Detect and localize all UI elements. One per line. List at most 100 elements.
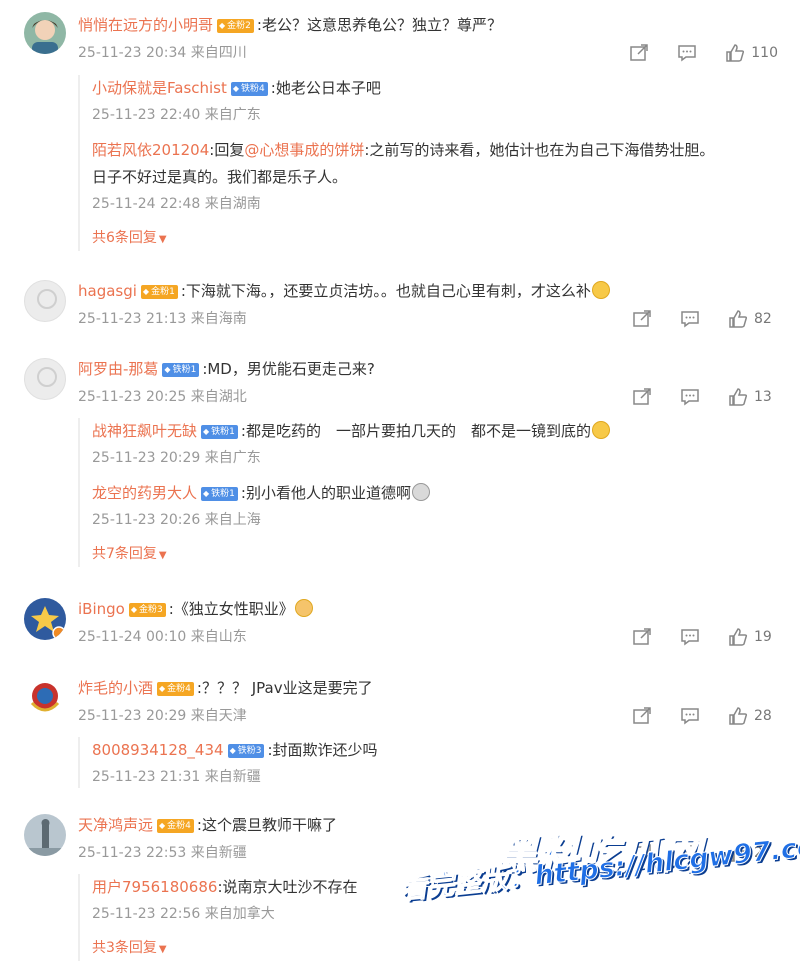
avatar[interactable] <box>24 280 66 322</box>
reply-list: 战神狂飙叶无缺铁粉1:都是吃药的 一部片要拍几天的 都不是一镜到底的 25-11… <box>78 418 778 567</box>
username[interactable]: 天净鸿声远 <box>78 816 153 834</box>
comment-meta: 25-11-23 20:29 来自天津 <box>78 708 247 724</box>
reply-text: :说南京大吐沙不存在 <box>217 878 358 896</box>
fan-badge[interactable]: 铁粉3 <box>227 744 265 758</box>
reply-item: 战神狂飙叶无缺铁粉1:都是吃药的 一部片要拍几天的 都不是一镜到底的 25-11… <box>80 418 778 469</box>
reply-text: :她老公日本子吧 <box>270 79 381 97</box>
comment-meta: 25-11-23 21:13 来自海南 <box>78 311 247 327</box>
reply-username[interactable]: 战神狂飙叶无缺 <box>92 422 197 440</box>
like-icon[interactable] <box>728 310 748 328</box>
comment-actions: 28 <box>604 707 778 725</box>
comment-icon[interactable] <box>680 707 700 725</box>
reply-username[interactable]: 龙空的药男大人 <box>92 484 197 502</box>
share-icon[interactable] <box>632 310 652 328</box>
avatar[interactable] <box>24 814 66 856</box>
reply-meta: 25-11-23 22:56 来自加拿大 <box>92 906 275 922</box>
share-icon[interactable] <box>629 44 649 62</box>
reply-username[interactable]: 用户7956180686 <box>92 878 217 896</box>
username[interactable]: 悄悄在远方的小明哥 <box>78 16 213 34</box>
fan-badge[interactable]: 金粉3 <box>128 603 166 617</box>
avatar[interactable] <box>24 598 66 640</box>
caret-down-icon: ▼ <box>158 234 167 245</box>
mention-link[interactable]: @心想事成的饼饼 <box>244 141 364 159</box>
more-replies-link[interactable]: 共3条回复 ▼ <box>80 937 778 961</box>
fan-badge[interactable]: 铁粉4 <box>230 82 268 96</box>
dog-emoji-icon <box>294 599 313 617</box>
reply-meta: 25-11-23 20:29 来自广东 <box>92 450 261 466</box>
caret-down-icon: ▼ <box>158 550 167 561</box>
more-replies-link[interactable]: 共7条回复 ▼ <box>80 543 778 567</box>
reply-list: 8008934128_434铁粉3:封面欺诈还少吗 25-11-23 21:31… <box>78 737 778 788</box>
comment-icon[interactable] <box>677 44 697 62</box>
fan-badge[interactable]: 铁粉1 <box>201 425 238 439</box>
fan-badge[interactable]: 金粉1 <box>140 285 178 299</box>
username[interactable]: hagasgi <box>78 282 137 300</box>
reply-text-line2: 日子不好过是真的。我们都是乐子人。 <box>92 168 348 186</box>
like-count: 82 <box>754 311 772 327</box>
laugh-emoji-icon <box>591 281 610 299</box>
reply-username[interactable]: 陌若风依201204 <box>92 141 209 159</box>
avatar[interactable] <box>24 677 66 719</box>
comment-line: hagasgi金粉1:下海就下海。，还要立贞洁坊。。也就自己心里有刺，才这么补 <box>78 280 610 302</box>
reply-item: 陌若风依201204:回复@心想事成的饼饼:之前写的诗来看，她估计也在为自己下海… <box>80 137 778 215</box>
reply-meta: 25-11-23 21:31 来自新疆 <box>92 769 261 785</box>
username[interactable]: iBingo <box>78 600 125 618</box>
comment-text: :？？？ JPav业这是要完了 <box>196 679 373 697</box>
like-count: 28 <box>754 708 772 724</box>
comment-text: :MD，男优能石更走己来? <box>202 360 375 378</box>
reply-text: :都是吃药的 一部片要拍几天的 都不是一镜到底的 <box>240 422 591 440</box>
comment-line: iBingo金粉3:《独立女性职业》 <box>78 598 313 620</box>
like-count: 13 <box>754 389 772 405</box>
comment-text: :老公？这意思养龟公？独立？尊严？ <box>256 16 502 34</box>
username[interactable]: 阿罗由-那葛 <box>78 360 158 378</box>
reply-item: 小动保就是Faschist铁粉4:她老公日本子吧 25-11-23 22:40 … <box>80 75 778 126</box>
like-icon[interactable] <box>725 44 745 62</box>
reply-username[interactable]: 8008934128_434 <box>92 741 224 759</box>
comment-meta: 25-11-23 22:53 来自新疆 <box>78 845 247 861</box>
comment-line: 悄悄在远方的小明哥金粉2:老公？这意思养龟公？独立？尊严？ <box>78 14 502 36</box>
comment-actions: 82 <box>604 310 778 328</box>
share-icon[interactable] <box>632 388 652 406</box>
share-icon[interactable] <box>632 707 652 725</box>
comment-meta: 25-11-23 20:25 来自湖北 <box>78 389 247 405</box>
fan-badge[interactable]: 金粉4 <box>157 819 194 833</box>
reply-prefix: :回复 <box>209 141 245 159</box>
reply-text: :之前写的诗来看，她估计也在为自己下海借势壮胆。 <box>364 141 715 159</box>
more-replies-link[interactable]: 共6条回复 ▼ <box>80 227 778 251</box>
comment-line: 天净鸿声远金粉4:这个震旦教师干嘛了 <box>78 814 337 836</box>
comment-text: :《独立女性职业》 <box>168 600 294 618</box>
laugh-emoji-icon <box>591 421 610 439</box>
like-icon[interactable] <box>728 628 748 646</box>
fan-badge[interactable]: 铁粉1 <box>201 487 238 501</box>
comment-line: 炸毛的小酒金粉4:？？？ JPav业这是要完了 <box>78 677 373 699</box>
fan-badge[interactable]: 铁粉1 <box>162 363 200 377</box>
comment-icon[interactable] <box>680 310 700 328</box>
like-count: 19 <box>754 629 772 645</box>
comment-text: :下海就下海。，还要立贞洁坊。。也就自己心里有刺，才这么补 <box>180 282 591 300</box>
username[interactable]: 炸毛的小酒 <box>78 679 153 697</box>
reply-username[interactable]: 小动保就是Faschist <box>92 79 227 97</box>
reply-item: 龙空的药男大人铁粉1:别小看他人的职业道德啊 25-11-23 20:26 来自… <box>80 480 778 531</box>
comment-actions: 19 <box>604 628 778 646</box>
reply-text: :封面欺诈还少吗 <box>267 741 378 759</box>
comment-text: :这个震旦教师干嘛了 <box>196 816 337 834</box>
reply-meta: 25-11-23 20:26 来自上海 <box>92 512 261 528</box>
comment-meta: 25-11-23 20:34 来自四川 <box>78 45 247 61</box>
comment-icon[interactable] <box>680 628 700 646</box>
avatar[interactable] <box>24 358 66 400</box>
like-icon[interactable] <box>728 388 748 406</box>
fan-badge[interactable]: 金粉4 <box>157 682 194 696</box>
like-count: 110 <box>751 45 778 61</box>
share-icon[interactable] <box>632 628 652 646</box>
comment-icon[interactable] <box>680 388 700 406</box>
reply-list: 小动保就是Faschist铁粉4:她老公日本子吧 25-11-23 22:40 … <box>78 75 778 251</box>
like-icon[interactable] <box>728 707 748 725</box>
avatar[interactable] <box>24 12 66 54</box>
comment-actions: 110 <box>601 44 778 62</box>
fan-badge[interactable]: 金粉2 <box>217 19 254 33</box>
comment-line: 阿罗由-那葛铁粉1:MD，男优能石更走己来? <box>78 358 375 380</box>
comment-meta: 25-11-24 00:10 来自山东 <box>78 629 247 645</box>
caret-down-icon: ▼ <box>158 944 167 955</box>
comment-actions: 13 <box>604 388 778 406</box>
crying-emoji-icon <box>411 483 430 501</box>
